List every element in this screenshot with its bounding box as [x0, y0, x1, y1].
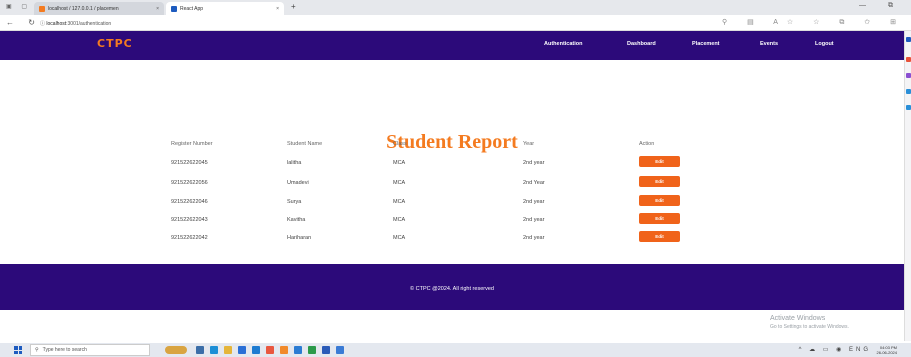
edit-button[interactable]: Edit [639, 231, 680, 242]
chrome-icon[interactable] [266, 346, 274, 354]
watermark-title: Activate Windows [770, 315, 826, 322]
cell-year: 2nd year [523, 160, 545, 166]
browser-tab-bar: ▣ ▢ localhost / 127.0.0.1 / placemen × R… [0, 0, 911, 15]
edit-button[interactable]: Edit [639, 156, 680, 167]
cell-class: MCA [393, 180, 406, 186]
column-header-register-number: Register Number [171, 141, 213, 147]
watermark-subtitle: Go to Settings to activate Windows. [770, 324, 849, 330]
file-explorer-icon[interactable] [224, 346, 232, 354]
browser-profile-icons[interactable]: ▣ ▢ [6, 3, 31, 10]
url-field[interactable]: ⓘ localhost:3001/authentication [40, 20, 111, 27]
search-placeholder: Type here to search [42, 347, 87, 353]
url-host: localhost [46, 21, 67, 27]
tab-label: React App [180, 5, 204, 12]
windows-taskbar: ⚲ Type here to search ^ ☁ ▭ ◉ ENG 04:03 … [0, 343, 911, 357]
cell-student-name: lalitha [287, 160, 302, 166]
search-icon: ⚲ [35, 347, 39, 353]
weather-widget-icon[interactable] [165, 346, 187, 354]
cell-register-number: 921522622045 [171, 160, 208, 166]
cell-class: MCA [393, 160, 406, 166]
page-title: Student Report [386, 131, 518, 153]
screen: ▣ ▢ localhost / 127.0.0.1 / placemen × R… [0, 0, 911, 357]
footer-copyright: © CTPC @2024. All right reserved [410, 286, 494, 292]
activate-windows-watermark: Activate Windows Go to Settings to activ… [770, 315, 849, 330]
browser-sidebar-strip [904, 31, 911, 341]
mail-icon[interactable] [238, 346, 246, 354]
column-header-class: Class [393, 141, 407, 147]
browser-tab-react-app[interactable]: React App × [166, 2, 284, 15]
cell-student-name: Surya [287, 199, 302, 205]
taskbar-search-input[interactable]: ⚲ Type here to search [30, 344, 150, 356]
app-icon[interactable] [336, 346, 344, 354]
store-icon[interactable] [252, 346, 260, 354]
edit-button[interactable]: Edit [639, 176, 680, 187]
xampp-icon[interactable] [280, 346, 288, 354]
sidebar-app-icon[interactable] [906, 89, 911, 94]
cell-year: 2nd year [523, 217, 545, 223]
excel-icon[interactable] [308, 346, 316, 354]
edit-button[interactable]: Edit [639, 213, 680, 224]
sidebar-app-icon[interactable] [906, 57, 911, 62]
browser-tab-phpmyadmin[interactable]: localhost / 127.0.0.1 / placemen × [34, 2, 164, 15]
edge-browser-icon[interactable] [210, 346, 218, 354]
cell-class: MCA [393, 235, 406, 241]
browser-nav-buttons[interactable]: ← ↻ [6, 18, 41, 27]
new-tab-button[interactable]: + [291, 2, 296, 11]
language-indicator[interactable]: ENG [849, 347, 871, 353]
window-controls[interactable]: — ⧉ [859, 2, 903, 10]
browser-address-bar: ← ↻ ⓘ localhost:3001/authentication ⚲ ▤ … [0, 15, 911, 31]
browser-toolbar-icons[interactable]: ⚲ ▤ A☆ ☆ ⧉ ✩ ⊞ ⋯ [722, 18, 911, 27]
cell-student-name: Hariharan [287, 235, 312, 241]
windows-start-icon[interactable] [14, 346, 22, 354]
column-header-action: Action [639, 141, 655, 147]
taskbar-clock[interactable]: 04:03 PM 26-06-2024 [877, 345, 897, 355]
app-navbar: CTPC Authentication Dashboard Placement … [0, 31, 904, 60]
tab-close-icon[interactable]: × [276, 6, 279, 12]
cell-class: MCA [393, 217, 406, 223]
url-path: :3001/authentication [66, 21, 112, 27]
cell-register-number: 921522622046 [171, 199, 208, 205]
nav-link-events[interactable]: Events [760, 41, 778, 47]
cell-register-number: 921522622043 [171, 217, 208, 223]
nav-link-authentication[interactable]: Authentication [544, 41, 583, 47]
tab-label: localhost / 127.0.0.1 / placemen [48, 5, 119, 12]
cell-year: 2nd year [523, 235, 545, 241]
system-tray[interactable]: ^ ☁ ▭ ◉ ENG [799, 346, 871, 353]
tab-close-icon[interactable]: × [156, 6, 159, 12]
nav-link-placement[interactable]: Placement [692, 41, 720, 47]
cell-year: 2nd Year [523, 180, 545, 186]
column-header-student-name: Student Name [287, 141, 323, 147]
clock-date: 26-06-2024 [876, 350, 897, 355]
vscode-icon[interactable] [294, 346, 302, 354]
cell-register-number: 921522622042 [171, 235, 208, 241]
sidebar-app-icon[interactable] [906, 73, 911, 78]
nav-link-logout[interactable]: Logout [815, 41, 834, 47]
brand-logo[interactable]: CTPC [97, 37, 133, 50]
phpmyadmin-favicon-icon [39, 5, 45, 12]
word-icon[interactable] [322, 346, 330, 354]
cell-register-number: 921522622056 [171, 180, 208, 186]
cell-student-name: Umadevi [287, 180, 309, 186]
task-view-icon[interactable] [196, 346, 204, 354]
edit-button[interactable]: Edit [639, 195, 680, 206]
cell-class: MCA [393, 199, 406, 205]
nav-link-dashboard[interactable]: Dashboard [627, 41, 656, 47]
column-header-year: Year [523, 141, 535, 147]
react-favicon-icon [171, 5, 177, 12]
sidebar-app-icon[interactable] [906, 105, 911, 110]
cell-student-name: Kavitha [287, 217, 306, 223]
sidebar-app-icon[interactable] [906, 37, 911, 42]
page-footer: © CTPC @2024. All right reserved [0, 264, 904, 310]
cell-year: 2nd year [523, 199, 545, 205]
